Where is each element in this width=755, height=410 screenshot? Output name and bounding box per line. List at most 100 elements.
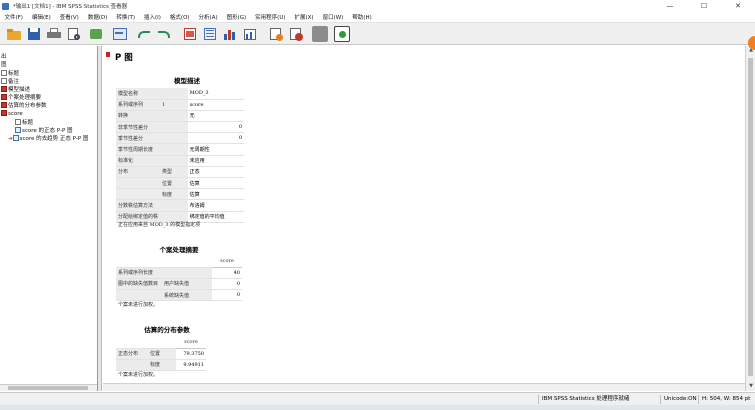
menu-format[interactable]: 格式(O) — [165, 13, 194, 21]
row-label-cell: 标准化 — [116, 155, 161, 167]
model-desc-title: 模型描述 — [174, 77, 200, 85]
menu-extensions[interactable]: 扩展(X) — [290, 13, 318, 21]
table-icon — [1, 86, 7, 92]
run-selection-icon[interactable] — [334, 26, 350, 42]
row-label-cell: 位置 — [148, 348, 176, 360]
chart-icon — [12, 135, 19, 141]
row-label-cell: 模型名称 — [116, 88, 161, 100]
value-cell: 布洛姆 — [187, 199, 227, 212]
output-content-pane[interactable]: P 图 模型描述 模型名称 MOD_3 系列或序列 1 score 转换无非季节性差分 0 季… — [103, 46, 745, 391]
pane-splitter[interactable] — [98, 46, 102, 391]
table-icon — [1, 94, 7, 100]
model-desc-table[interactable]: 模型名称 MOD_3 系列或序列 1 score 转换无非季节性差分 0 季节性差分 0 季节性周… — [116, 88, 244, 223]
tree-score[interactable]: score — [1, 110, 23, 118]
variables-icon[interactable] — [222, 26, 238, 42]
tree-normal-pp[interactable]: score 的正态 P-P 图 — [15, 127, 73, 135]
tree-title[interactable]: 标题 — [1, 70, 19, 78]
goto-case-icon[interactable] — [202, 26, 218, 42]
column-header: score — [212, 256, 242, 268]
value-cell: 0 — [212, 278, 242, 291]
menu-help[interactable]: 帮助(H) — [348, 13, 376, 21]
outline-pane[interactable]: 出 图 标题 备注 模型描述 个案处理摘要 估算的分布参数 score 标题 s… — [0, 46, 98, 391]
table-row: 位置 估算 — [116, 177, 244, 190]
table-row: 季节性周期长度 无周期性 — [116, 143, 244, 156]
tree-case-summary[interactable]: 个案处理摘要 — [1, 94, 41, 102]
tree-p-plot[interactable]: 图 — [1, 62, 7, 69]
title-bar: *输出1 [文档1] - IBM SPSS Statistics 查看器 — ☐… — [0, 0, 755, 12]
scroll-thumb[interactable] — [8, 386, 88, 390]
value-cell: 估算 — [187, 177, 227, 190]
menu-window[interactable]: 窗口(W) — [318, 13, 348, 21]
content-horizontal-scrollbar[interactable] — [103, 383, 745, 391]
goto-data-icon[interactable] — [182, 26, 198, 42]
tree-score-title[interactable]: 标题 — [15, 119, 33, 127]
table-row: 正态分布 位置 79.3750 — [116, 348, 206, 360]
show-all-icon[interactable] — [268, 26, 284, 42]
value-cell: 0 — [226, 132, 244, 145]
designate-window-icon[interactable] — [312, 26, 328, 42]
est-params-note: 个案未进行加权。 — [118, 372, 159, 378]
row-label-cell — [116, 359, 148, 372]
table-row: 系列或序列长度 40 — [116, 267, 242, 279]
model-desc-note: 正在应用来自 MOD_3 的模型指定项 — [118, 222, 201, 228]
table-icon — [1, 102, 7, 108]
table-row: 标度 估算 — [116, 188, 244, 201]
value-cell: 无周期性 — [187, 143, 227, 156]
close-button[interactable]: ✕ — [721, 0, 755, 12]
tree-est-params[interactable]: 估算的分布参数 — [1, 102, 47, 110]
undo-icon[interactable] — [136, 26, 152, 42]
table-row: 标度 9.94911 — [116, 359, 206, 372]
chart-builder-icon[interactable] — [242, 26, 258, 42]
tree-notes[interactable]: 备注 — [1, 78, 19, 86]
menu-graphs[interactable]: 图形(G) — [222, 13, 251, 21]
value-cell — [226, 177, 244, 190]
table-row: 季节性差分 0 — [116, 132, 244, 145]
print-icon[interactable] — [46, 26, 62, 42]
est-params-table[interactable]: score 正态分布 位置 79.3750 标度 9.94911 — [116, 337, 206, 372]
open-folder-icon[interactable] — [6, 26, 22, 42]
table-row: 图中的缺失值数目 用户缺失值 0 — [116, 278, 242, 291]
row-label-cell: 图中的缺失值数目 — [116, 278, 162, 291]
scroll-down-icon[interactable]: ▼ — [746, 382, 755, 391]
print-preview-icon[interactable] — [66, 26, 82, 42]
menu-insert[interactable]: 插入(I) — [140, 13, 166, 21]
table-row: 分布 类型 正态 — [116, 166, 244, 179]
export-icon[interactable] — [88, 26, 104, 42]
toolbar — [0, 23, 755, 45]
tree-model-desc[interactable]: 模型描述 — [1, 86, 30, 94]
menu-utilities[interactable]: 实用程序(U) — [251, 13, 290, 21]
recall-dialog-icon[interactable] — [112, 26, 128, 42]
menu-view[interactable]: 查看(V) — [55, 13, 83, 21]
tree-output-root[interactable]: 出 — [1, 54, 7, 61]
help-badge-icon[interactable] — [748, 36, 755, 50]
page-dimensions: H: 504, W: 854 pt — [698, 395, 753, 404]
menu-analyze[interactable]: 分析(A) — [194, 13, 222, 21]
row-label-cell: 用户缺失值 — [162, 278, 212, 291]
value-cell: 未应用 — [187, 155, 227, 167]
section-title[interactable]: P 图 — [115, 51, 133, 63]
value-cell — [187, 132, 227, 145]
outline-horizontal-scrollbar[interactable] — [0, 384, 97, 391]
minimize-button[interactable]: — — [653, 0, 687, 12]
taskbar-strip — [0, 405, 755, 410]
hide-output-icon[interactable] — [288, 26, 304, 42]
redo-icon[interactable] — [156, 26, 172, 42]
maximize-button[interactable]: ☐ — [687, 0, 721, 12]
case-summary-table[interactable]: score 系列或序列长度 40 图中的缺失值数目 用户缺失值 0 系统缺失值 0 — [116, 256, 242, 302]
case-summary-note: 个案未进行加权。 — [118, 302, 159, 308]
unicode-status: Unicode:ON — [660, 395, 700, 404]
content-vertical-scrollbar[interactable]: ▲ ▼ — [745, 46, 755, 391]
chart-icon — [15, 127, 21, 133]
tree-detrended-pp[interactable]: ➜ score 的去趋势 正态 P-P 图 — [8, 135, 88, 143]
value-cell — [187, 121, 227, 134]
menu-transform[interactable]: 转换(T) — [112, 13, 140, 21]
scroll-thumb[interactable] — [748, 58, 753, 376]
menu-file[interactable]: 文件(F) — [0, 13, 27, 21]
value-cell — [226, 188, 244, 201]
row-label-cell — [116, 177, 161, 190]
save-icon[interactable] — [26, 26, 42, 42]
menu-edit[interactable]: 编辑(E) — [27, 13, 55, 21]
table-row: 转换 无 — [116, 110, 244, 123]
folder-icon — [1, 110, 7, 116]
menu-data[interactable]: 数据(D) — [83, 13, 112, 21]
